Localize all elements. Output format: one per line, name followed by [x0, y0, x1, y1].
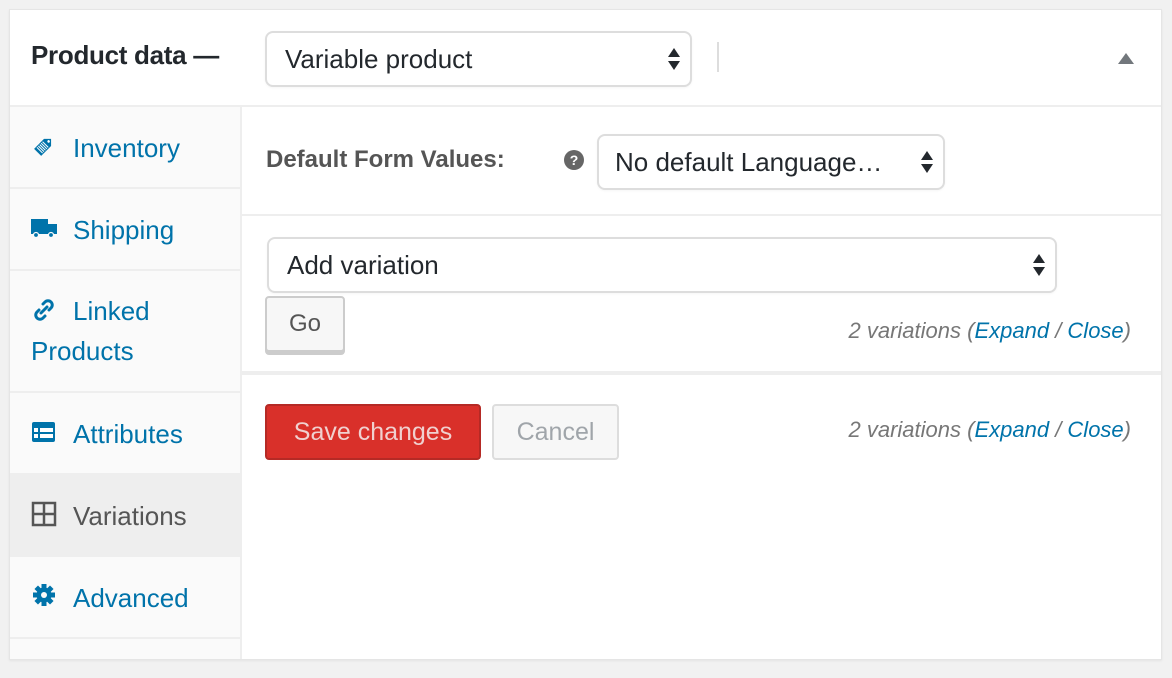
tab-label: Inventory	[73, 133, 180, 163]
panel-title: Product data —	[31, 40, 219, 70]
variations-count-text: 2 variations (	[848, 318, 975, 343]
close-all-link[interactable]: Close	[1067, 417, 1123, 442]
tab-spacer	[10, 639, 240, 659]
panel-header: Product data — Variable product	[10, 10, 1161, 107]
tab-label: Attributes	[73, 419, 183, 449]
gear-icon	[33, 584, 55, 606]
close-all-link[interactable]: Close	[1067, 318, 1123, 343]
default-language-value: No default Language…	[615, 147, 883, 177]
paren-close: )	[1123, 417, 1131, 442]
separator: /	[1049, 417, 1068, 442]
expand-all-link[interactable]: Expand	[974, 318, 1049, 343]
default-language-select[interactable]: No default Language…	[597, 134, 945, 190]
tab-shipping[interactable]: Shipping	[10, 189, 240, 271]
product-type-value: Variable product	[285, 44, 473, 74]
save-row: Save changes Cancel 2 variations (Expand…	[242, 375, 1161, 495]
separator: /	[1049, 318, 1068, 343]
select-arrows-icon	[921, 150, 933, 174]
variation-action-select[interactable]: Add variation	[267, 237, 1057, 293]
tab-attributes[interactable]: Attributes	[10, 393, 240, 475]
grid-icon	[31, 501, 57, 527]
default-form-values-label: Default Form Values:	[266, 146, 505, 173]
tab-inventory[interactable]: Inventory	[10, 107, 240, 189]
collapse-toggle-icon[interactable]	[1118, 53, 1134, 64]
tag-icon	[34, 138, 52, 156]
product-type-select[interactable]: Variable product	[265, 31, 692, 87]
expand-all-link[interactable]: Expand	[974, 417, 1049, 442]
tab-label: Advanced	[73, 583, 189, 613]
variation-actions-row: Add variation Go 2 variations (Expand / …	[242, 216, 1161, 375]
variations-count-bottom: 2 variations (Expand / Close)	[849, 417, 1132, 443]
truck-icon	[31, 219, 57, 239]
go-button[interactable]: Go	[265, 296, 345, 352]
variations-count-text: 2 variations (	[848, 417, 975, 442]
tab-label: Variations	[73, 501, 187, 531]
help-icon[interactable]: ?	[564, 150, 584, 170]
tab-linked-products[interactable]: Linked Products	[10, 271, 240, 393]
product-data-panel: Product data — Variable product Inventor	[9, 9, 1162, 660]
variations-count-top: 2 variations (Expand / Close)	[849, 318, 1132, 344]
paren-close: )	[1123, 318, 1131, 343]
tab-variations[interactable]: Variations	[10, 475, 240, 557]
save-changes-button[interactable]: Save changes	[265, 404, 481, 460]
select-arrows-icon	[668, 47, 680, 71]
tab-advanced[interactable]: Advanced	[10, 557, 240, 639]
cancel-button[interactable]: Cancel	[492, 404, 619, 460]
list-table-icon	[32, 422, 55, 442]
tab-label: Shipping	[73, 215, 175, 245]
product-data-tabs: Inventory Shipping Linked Products Attri…	[10, 107, 242, 659]
tab-label: Linked Products	[31, 296, 150, 366]
default-form-values-row: Default Form Values: ? No default Langua…	[242, 107, 1161, 216]
variations-panel: Default Form Values: ? No default Langua…	[242, 107, 1161, 659]
select-arrows-icon	[1033, 253, 1045, 277]
header-divider	[717, 42, 719, 72]
variation-action-value: Add variation	[287, 250, 439, 280]
